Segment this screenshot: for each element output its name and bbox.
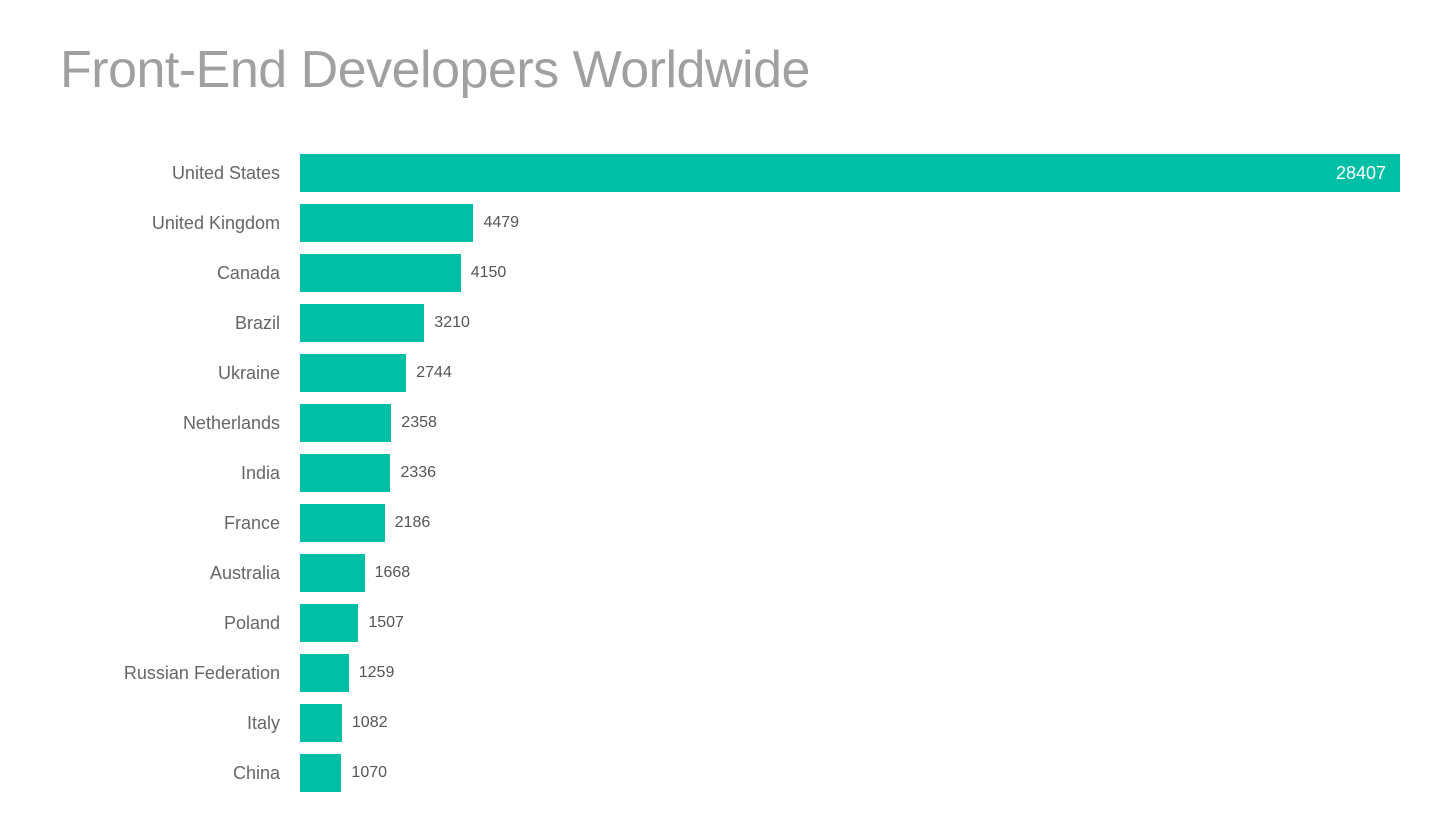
- bar-row: China 1070: [60, 750, 1394, 796]
- bar-value: 2358: [401, 414, 437, 432]
- bar-chart: United States28407 United Kingdom 4479 Cana…: [60, 150, 1394, 796]
- country-label: Brazil: [60, 313, 300, 334]
- bar-wrapper: 1070: [300, 754, 1394, 792]
- bar-value: 28407: [1336, 163, 1400, 184]
- country-label: India: [60, 463, 300, 484]
- bar: [300, 554, 365, 592]
- bar: [300, 604, 358, 642]
- bar: [300, 204, 473, 242]
- bar-wrapper: 1507: [300, 604, 1394, 642]
- bar-value: 1668: [375, 564, 411, 582]
- bar-row: Netherlands 2358: [60, 400, 1394, 446]
- bar: [300, 654, 349, 692]
- country-label: France: [60, 513, 300, 534]
- bar: [300, 504, 385, 542]
- bar-row: France 2186: [60, 500, 1394, 546]
- bar-row: United States28407: [60, 150, 1394, 196]
- bar-wrapper: 4150: [300, 254, 1394, 292]
- bar-value: 4150: [471, 264, 507, 282]
- bar-value: 1507: [368, 614, 404, 632]
- bar-row: United Kingdom 4479: [60, 200, 1394, 246]
- bar-row: Russian Federation 1259: [60, 650, 1394, 696]
- bar-value: 2186: [395, 514, 431, 532]
- bar-row: Brazil 3210: [60, 300, 1394, 346]
- bar-value: 1070: [351, 764, 387, 782]
- bar-row: Australia 1668: [60, 550, 1394, 596]
- bar-value: 1259: [359, 664, 395, 682]
- bar: 28407: [300, 154, 1400, 192]
- bar: [300, 304, 424, 342]
- bar: [300, 404, 391, 442]
- bar-row: Ukraine 2744: [60, 350, 1394, 396]
- country-label: China: [60, 763, 300, 784]
- bar: [300, 354, 406, 392]
- bar-wrapper: 2358: [300, 404, 1394, 442]
- bar-wrapper: 2744: [300, 354, 1394, 392]
- country-label: Ukraine: [60, 363, 300, 384]
- bar-wrapper: 28407: [300, 154, 1400, 192]
- chart-title: Front-End Developers Worldwide: [60, 40, 1394, 100]
- country-label: Poland: [60, 613, 300, 634]
- bar-wrapper: 2336: [300, 454, 1394, 492]
- bar-value: 4479: [483, 214, 519, 232]
- country-label: Netherlands: [60, 413, 300, 434]
- bar-row: India 2336: [60, 450, 1394, 496]
- bar-wrapper: 3210: [300, 304, 1394, 342]
- bar-wrapper: 1082: [300, 704, 1394, 742]
- country-label: Russian Federation: [60, 663, 300, 684]
- bar-wrapper: 4479: [300, 204, 1394, 242]
- country-label: Australia: [60, 563, 300, 584]
- bar-wrapper: 2186: [300, 504, 1394, 542]
- bar-row: Italy 1082: [60, 700, 1394, 746]
- country-label: United States: [60, 163, 300, 184]
- bar-row: Canada 4150: [60, 250, 1394, 296]
- country-label: Canada: [60, 263, 300, 284]
- bar-value: 1082: [352, 714, 388, 732]
- country-label: Italy: [60, 713, 300, 734]
- bar: [300, 454, 390, 492]
- country-label: United Kingdom: [60, 213, 300, 234]
- bar-wrapper: 1259: [300, 654, 1394, 692]
- bar-row: Poland 1507: [60, 600, 1394, 646]
- bar-value: 2336: [400, 464, 436, 482]
- bar-value: 3210: [434, 314, 470, 332]
- bar: [300, 254, 461, 292]
- bar-wrapper: 1668: [300, 554, 1394, 592]
- bar-value: 2744: [416, 364, 452, 382]
- bar: [300, 704, 342, 742]
- bar: [300, 754, 341, 792]
